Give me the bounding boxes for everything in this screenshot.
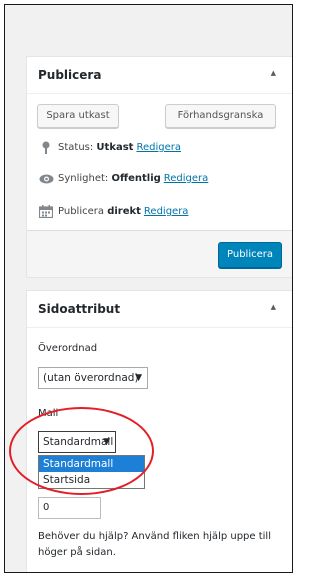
visibility-value: Offentlig xyxy=(111,173,161,184)
pin-icon xyxy=(38,141,54,154)
visibility-row: Synlighet: Offentlig Redigera xyxy=(38,173,208,184)
status-row: Status: Utkast Redigera xyxy=(38,141,181,154)
preview-button[interactable]: Förhandsgranska xyxy=(165,104,276,128)
schedule-value: direkt xyxy=(107,206,141,217)
publish-button[interactable]: Publicera xyxy=(218,242,282,268)
publish-actions: Publicera xyxy=(27,230,292,277)
dropdown-arrow-icon: ▼ xyxy=(135,373,142,383)
template-option[interactable]: Standardmall xyxy=(39,456,144,472)
visibility-edit-link[interactable]: Redigera xyxy=(164,173,209,184)
dropdown-arrow-icon: ▼ xyxy=(103,437,110,447)
triangle-up-icon[interactable]: ▲ xyxy=(271,69,276,77)
parent-label: Överordnad xyxy=(38,343,98,354)
publish-box-header[interactable]: Publicera ▲ xyxy=(27,57,292,94)
status-value: Utkast xyxy=(96,142,134,153)
save-draft-button[interactable]: Spara utkast xyxy=(37,104,119,128)
schedule-row: Publicera direkt Redigera xyxy=(38,205,188,218)
order-input[interactable]: 0 xyxy=(38,497,101,519)
parent-select[interactable]: (utan överordnad) ▼ xyxy=(38,367,148,389)
template-option[interactable]: Startsida xyxy=(39,472,144,488)
template-label: Mall xyxy=(38,408,59,419)
publish-box: Publicera ▲ Spara utkast Förhandsgranska… xyxy=(26,56,292,278)
page-attributes-title: Sidoattribut xyxy=(38,302,121,316)
schedule-label: Publicera xyxy=(58,206,104,217)
schedule-edit-link[interactable]: Redigera xyxy=(144,206,189,217)
help-text: Behöver du hjälp? Använd fliken hjälp up… xyxy=(38,531,271,558)
page-attributes-box: Sidoattribut ▲ Överordnad (utan överordn… xyxy=(26,290,292,572)
publish-box-title: Publicera xyxy=(38,68,102,82)
template-dropdown-list: Standardmall Startsida xyxy=(38,455,145,489)
parent-select-value: (utan överordnad) xyxy=(43,372,139,384)
template-select[interactable]: Standardmall ▼ xyxy=(38,431,116,453)
screenshot-frame: Publicera ▲ Spara utkast Förhandsgranska… xyxy=(4,4,293,573)
page-attributes-header[interactable]: Sidoattribut ▲ xyxy=(27,291,292,328)
status-label: Status: xyxy=(58,142,94,153)
status-edit-link[interactable]: Redigera xyxy=(136,142,181,153)
eye-icon xyxy=(38,174,54,184)
calendar-icon xyxy=(38,205,54,218)
visibility-label: Synlighet: xyxy=(58,173,109,184)
triangle-up-icon[interactable]: ▲ xyxy=(271,303,276,311)
